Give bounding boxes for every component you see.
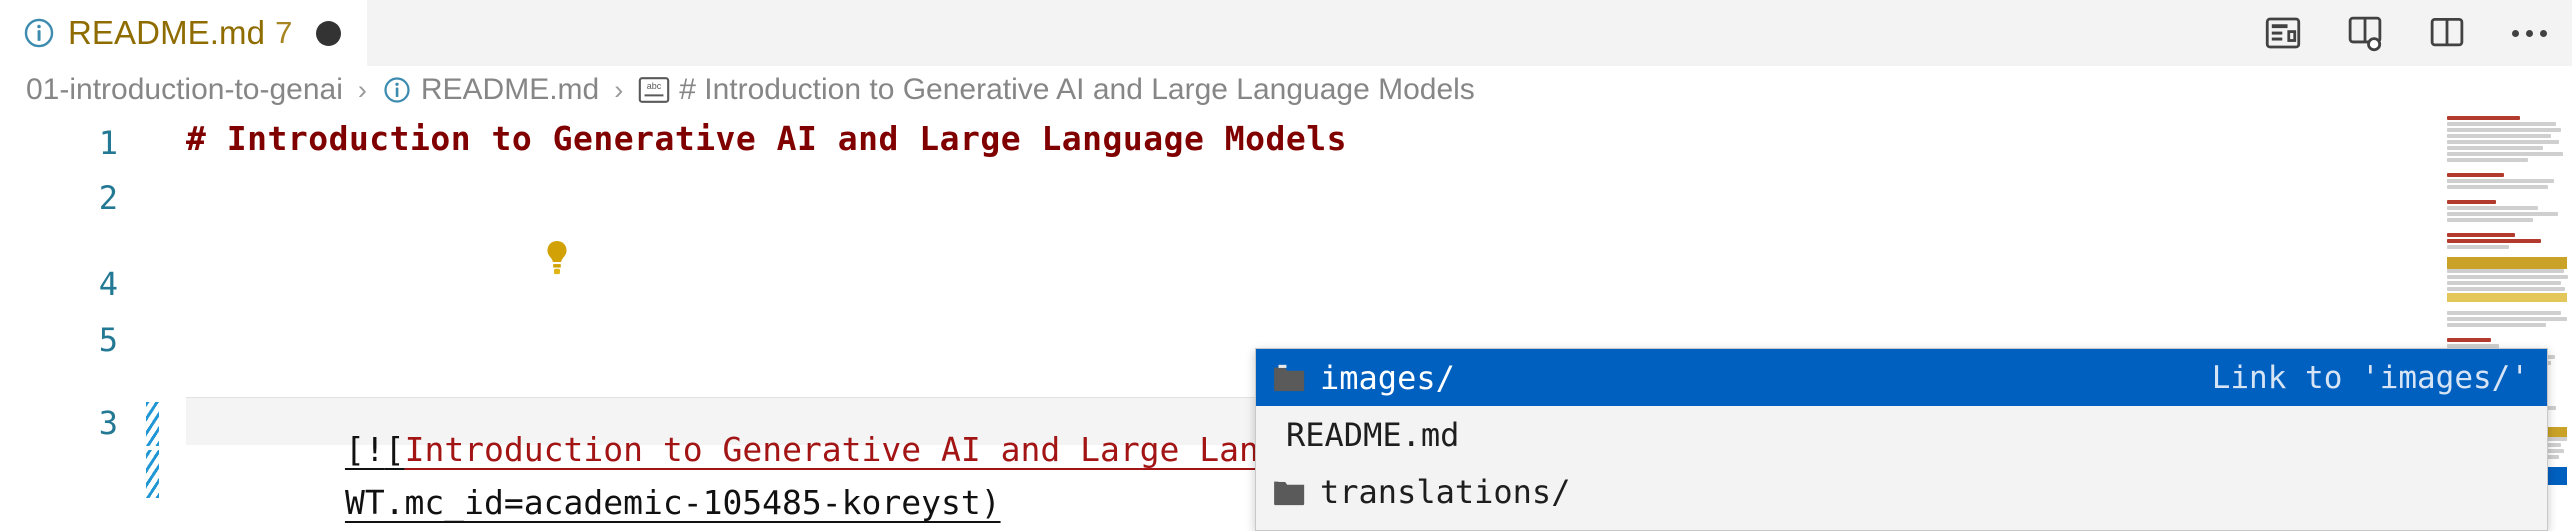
breadcrumb-item-label: README.md	[420, 73, 600, 106]
info-circle-icon	[22, 16, 56, 50]
split-editor-right-icon	[2426, 12, 2468, 54]
editor-tab-bar: README.md 7	[0, 0, 2572, 66]
folder-icon	[1272, 363, 1306, 393]
editor-actions-toolbar	[2256, 0, 2572, 66]
breadcrumb-item-label: # Introduction to Generative AI and Larg…	[679, 73, 1475, 106]
breadcrumb-item-folder[interactable]: 01-introduction-to-genai	[26, 73, 343, 107]
abc-symbol-icon: abc	[638, 77, 670, 103]
breadcrumb: 01-introduction-to-genai › README.md › a…	[0, 66, 2572, 114]
info-circle-icon	[382, 75, 412, 105]
editor-tab-label: README.md	[68, 14, 266, 51]
more-actions-button[interactable]	[2502, 6, 2556, 60]
suggest-item-images[interactable]: images/ Link to 'images/'	[1256, 349, 2547, 406]
code-line-5[interactable]: *(Click the image above to view video of…	[186, 518, 1239, 531]
indent-guide	[146, 402, 159, 446]
svg-text:abc: abc	[647, 81, 662, 91]
suggest-item-translations[interactable]: translations/	[1256, 463, 2547, 520]
editor-tab-readme[interactable]: README.md 7	[0, 0, 369, 66]
open-preview-to-the-side-icon	[2262, 12, 2304, 54]
code-line-1[interactable]: # Introduction to Generative AI and Larg…	[186, 122, 1347, 155]
split-editor-right-button[interactable]	[2420, 6, 2474, 60]
split-editor-search-icon	[2344, 12, 2386, 54]
open-preview-to-the-side-button[interactable]	[2256, 6, 2310, 60]
quick-fix-lightbulb-icon[interactable]	[345, 205, 567, 275]
vscode-editor-window: README.md 7 01-introduction-to-genai › R…	[0, 0, 2572, 531]
folder-icon	[1272, 477, 1306, 507]
line-number: 3	[98, 404, 118, 442]
split-editor-search-button[interactable]	[2338, 6, 2392, 60]
line-number: 4	[98, 265, 118, 303]
editor-tab-problem-count: 7	[275, 15, 293, 50]
breadcrumb-separator-icon: ›	[614, 74, 624, 105]
more-actions-icon	[2511, 29, 2547, 37]
line-number: 2	[98, 179, 118, 217]
indent-guide	[146, 450, 159, 498]
unsaved-changes-dot-icon[interactable]	[316, 20, 342, 46]
suggest-item-label: translations/	[1320, 472, 1571, 511]
breadcrumb-item-symbol[interactable]: abc # Introduction to Generative AI and …	[638, 73, 1475, 107]
breadcrumb-separator-icon: ›	[357, 74, 367, 105]
suggest-item-label: README.md	[1286, 415, 1460, 454]
line-number: 1	[98, 124, 118, 162]
code-token-url-continued: WT.mc_id=academic-105485-koreyst)	[344, 483, 1001, 522]
editor-gutter: 1 2 3 4 5	[0, 114, 140, 531]
code-line-2[interactable]	[186, 172, 567, 275]
suggest-item-label: images/	[1320, 358, 1455, 397]
suggest-widget[interactable]: images/ Link to 'images/' README.md tran…	[1255, 348, 2548, 531]
suggest-item-detail: Link to 'images/'	[2211, 359, 2529, 396]
breadcrumb-item-file[interactable]: README.md	[382, 73, 599, 107]
suggest-item-readme[interactable]: README.md	[1256, 406, 2547, 463]
breadcrumb-item-label: 01-introduction-to-genai	[26, 73, 343, 106]
line-number: 5	[98, 321, 118, 359]
